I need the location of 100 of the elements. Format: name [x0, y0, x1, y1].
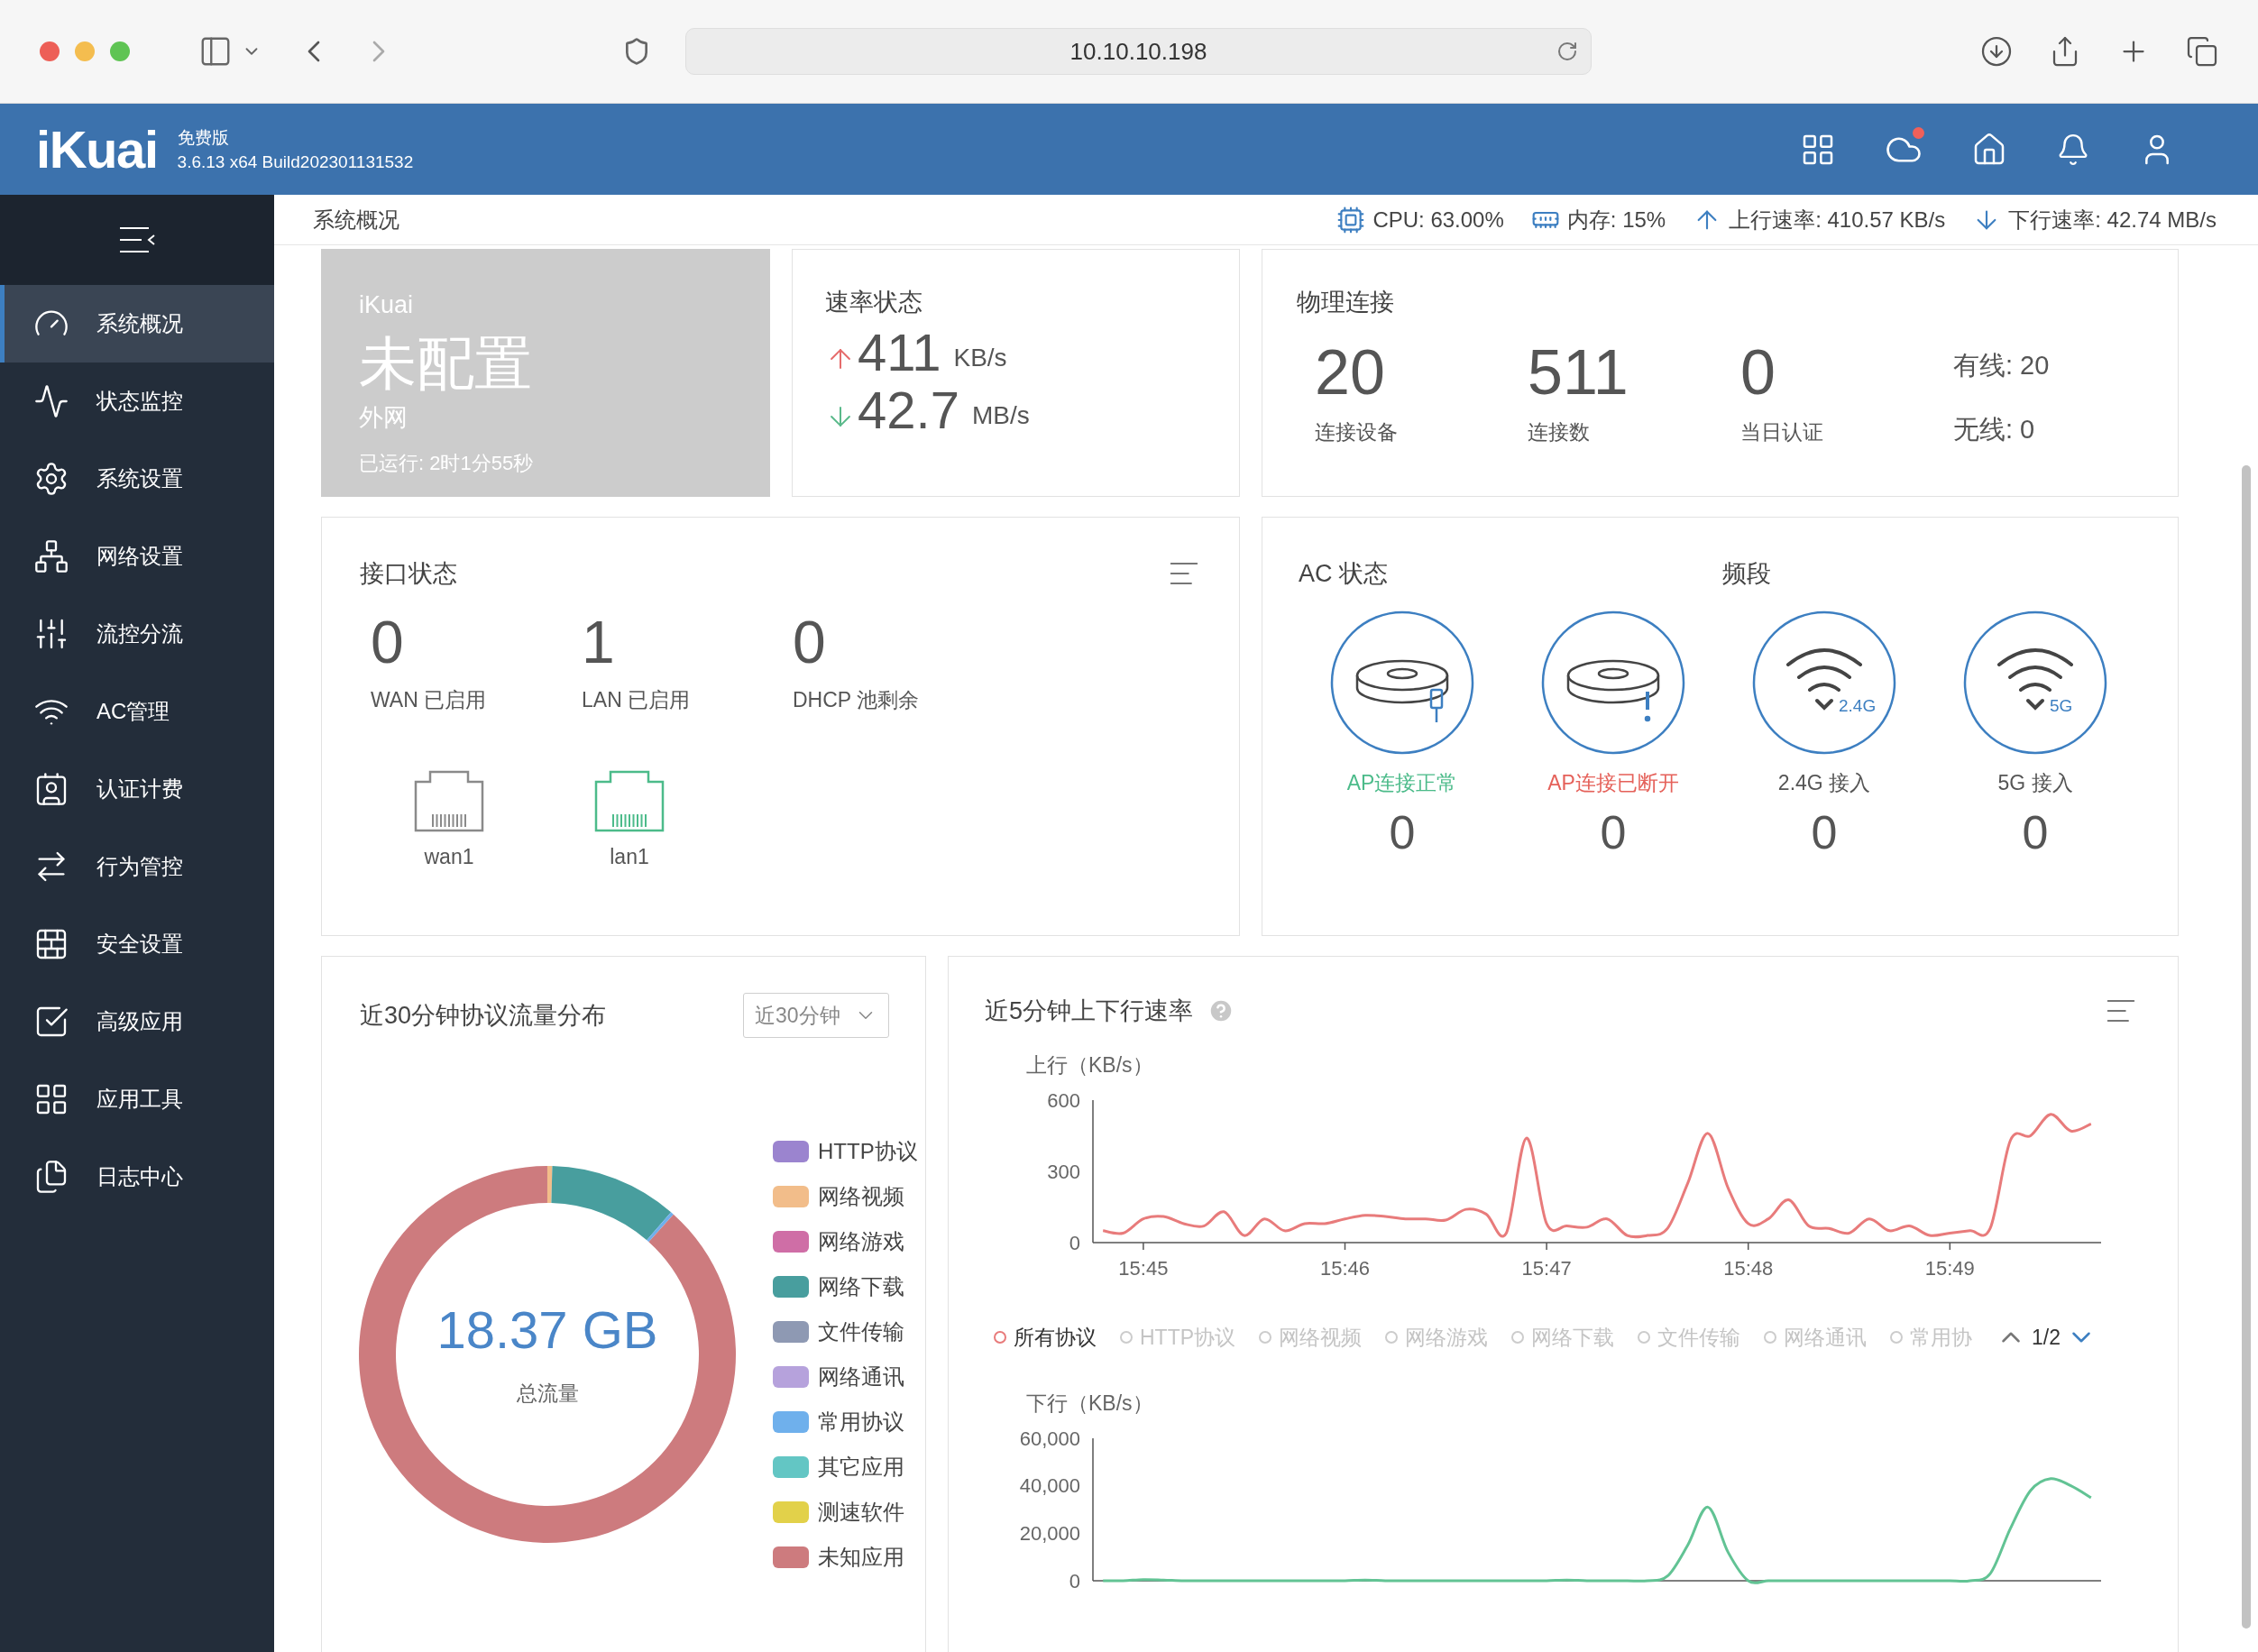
y-tick-label: 0	[1069, 1569, 1080, 1588]
sidebar-item[interactable]: 安全设置	[0, 905, 274, 983]
rate-value: 411	[858, 326, 941, 379]
legend-marker-icon	[1259, 1331, 1272, 1345]
legend-marker-icon	[1511, 1331, 1525, 1345]
sidebar-item[interactable]: 状态监控	[0, 363, 274, 440]
legend-label: 网络游戏	[818, 1228, 904, 1255]
band-label: 2.4G	[1839, 694, 1877, 717]
y-tick-label: 600	[1047, 1088, 1080, 1112]
stat-label: WAN 已启用	[371, 686, 488, 713]
axis-title: 上行（KB/s）	[1026, 1051, 1154, 1078]
total-traffic-label: 总流量	[516, 1381, 579, 1408]
rate-unit: KB/s	[953, 342, 1007, 373]
ac-count: 0	[1389, 805, 1416, 860]
legend-label: 未知应用	[818, 1544, 904, 1571]
status-reading: 下行速率: 42.74 MB/s	[2008, 206, 2217, 234]
status-reading: 上行速率: 410.57 KB/s	[1729, 206, 1946, 234]
legend-marker-icon	[1385, 1331, 1399, 1345]
ac-count: 0	[1600, 805, 1627, 860]
device-circle-icon	[1963, 610, 2107, 755]
sidebar-item[interactable]: 日志中心	[0, 1138, 274, 1216]
sidebar-item[interactable]: 系统概况	[0, 285, 274, 363]
port-label: wan1	[424, 844, 474, 870]
device-circle-icon	[1330, 610, 1474, 755]
legend-label: 其它应用	[818, 1454, 904, 1481]
sidebar-item[interactable]: 系统设置	[0, 440, 274, 518]
y-tick-label: 60,000	[1019, 1427, 1080, 1450]
page-indicator: 1/2	[2032, 1325, 2061, 1351]
stat-label: 连接数	[1528, 418, 1591, 445]
link-count: 无线: 0	[1953, 414, 2036, 445]
device-circle-icon	[1752, 610, 1896, 755]
sidebar-item[interactable]: 高级应用	[0, 983, 274, 1060]
link-count: 有线: 20	[1953, 349, 2050, 381]
sidebar-item[interactable]: 网络设置	[0, 518, 274, 595]
x-tick-label: 15:46	[1319, 1257, 1371, 1280]
card-title: 接口状态	[360, 559, 457, 589]
card-title: 频段	[1722, 559, 1771, 589]
legend-marker-icon	[1764, 1331, 1777, 1345]
menu-collapse-icon[interactable]	[118, 225, 156, 254]
band-label: 5G	[2050, 694, 2073, 717]
stat-label: LAN 已启用	[582, 686, 692, 713]
stat-value: 0	[793, 611, 827, 672]
legend-label: 网络通讯	[818, 1363, 904, 1390]
x-tick-label: 15:45	[1118, 1257, 1169, 1280]
card-title: 近30分钟协议流量分布	[360, 1000, 607, 1031]
download-icon[interactable]	[1980, 35, 2013, 68]
axis-title: 下行（KB/s）	[1026, 1390, 1154, 1417]
x-tick-label: 15:47	[1521, 1257, 1572, 1280]
cpu-icon	[1336, 205, 1366, 234]
sidebar-item[interactable]: 认证计费	[0, 750, 274, 828]
tabs-icon[interactable]	[2186, 35, 2218, 68]
legend-marker-icon	[1120, 1331, 1133, 1345]
device-circle-icon	[1541, 610, 1685, 755]
sidebar-item[interactable]: 行为管控	[0, 828, 274, 905]
series-toggle[interactable]: 所有协议	[994, 1322, 1097, 1354]
x-tick-label: 15:49	[1924, 1257, 1975, 1280]
legend-marker-icon	[994, 1331, 1006, 1345]
legend-label: HTTP协议	[818, 1138, 918, 1165]
legend-label: 网络下载	[818, 1273, 904, 1300]
close-window-icon[interactable]	[40, 41, 60, 61]
legend-label: 网络视频	[818, 1183, 904, 1210]
page-title: 系统概况	[313, 206, 399, 234]
address-field[interactable]: 10.10.10.198	[685, 28, 1592, 75]
ac-count: 0	[2022, 805, 2049, 860]
y-tick-label: 20,000	[1019, 1521, 1080, 1545]
card-title: 速率状态	[825, 288, 923, 317]
stat-value: 0	[371, 611, 405, 672]
range-dropdown[interactable]: 近30分钟	[743, 993, 889, 1038]
stat-value: 20	[1315, 340, 1386, 404]
rate-unit: MB/s	[971, 399, 1030, 431]
ac-status-label: 2.4G 接入	[1777, 769, 1871, 796]
rate-value: 42.7	[858, 383, 959, 436]
legend-label: 常用协议	[818, 1409, 904, 1436]
total-traffic-value: 18.37 GB	[436, 1299, 658, 1362]
card-title: 物理连接	[1297, 288, 1395, 317]
stat-value: 511	[1528, 340, 1629, 404]
sidebar-item[interactable]: 流控分流	[0, 595, 274, 673]
status-reading: CPU: 63.00%	[1372, 206, 1504, 234]
stat-value: 0	[1740, 340, 1776, 404]
logo: iKuai	[36, 123, 158, 176]
card-title: AC 状态	[1299, 559, 1389, 589]
y-tick-label: 300	[1047, 1160, 1080, 1183]
sidebar-item[interactable]: 应用工具	[0, 1060, 274, 1138]
sidebar-item[interactable]: AC管理	[0, 673, 274, 750]
stat-label: 连接设备	[1315, 418, 1399, 445]
edition-label: 免费版	[177, 126, 230, 149]
scrollbar[interactable]	[2242, 465, 2251, 1629]
reload-icon[interactable]	[1556, 41, 1578, 62]
ac-status-label: 5G 接入	[1997, 769, 2073, 796]
pulse-icon	[33, 383, 69, 419]
y-tick-label: 40,000	[1019, 1474, 1080, 1498]
port-label: lan1	[610, 844, 649, 870]
network-icon	[33, 538, 69, 574]
legend-marker-icon	[1638, 1331, 1651, 1345]
y-tick-label: 0	[1069, 1231, 1080, 1254]
version-label: 3.6.13 x64 Build202301131532	[177, 151, 414, 173]
legend-marker-icon	[1890, 1331, 1904, 1345]
stat-value: 1	[582, 611, 616, 672]
x-tick-label: 15:48	[1723, 1257, 1774, 1280]
stat-label: DHCP 池剩余	[793, 686, 921, 713]
